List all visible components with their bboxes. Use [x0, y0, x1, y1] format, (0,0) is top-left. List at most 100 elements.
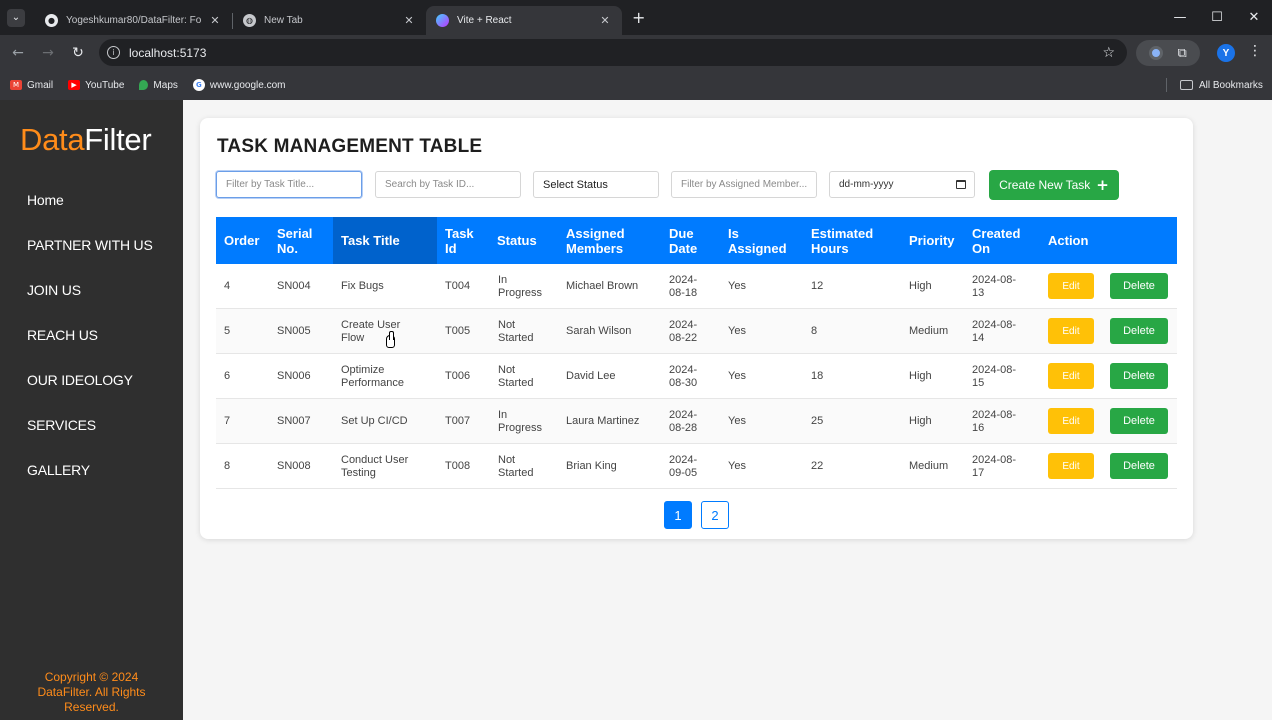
cell-order: 5 [224, 325, 231, 337]
delete-button[interactable]: Delete [1110, 273, 1168, 299]
address-bar[interactable]: i localhost:5173 ☆ [99, 39, 1127, 66]
more-menu-icon[interactable]: ⋮ [1248, 43, 1262, 59]
delete-button[interactable]: Delete [1110, 453, 1168, 479]
page-viewport: DataFilter Home PARTNER WITH US JOIN US … [0, 100, 1272, 720]
browser-toolbar: ← → ↻ i localhost:5173 ☆ ⧉ Y ⋮ [0, 35, 1272, 70]
cell-order: 6 [224, 370, 231, 382]
cell-task-id: T004 [445, 280, 471, 292]
page-button-1[interactable]: 1 [664, 501, 692, 529]
edit-button[interactable]: Edit [1048, 363, 1094, 389]
close-icon[interactable]: ✕ [598, 14, 612, 27]
sidebar-item-gallery[interactable]: GALLERY [27, 462, 153, 507]
bookmark-google[interactable]: G www.google.com [192, 79, 285, 91]
create-new-task-button[interactable]: Create New Task + [989, 170, 1119, 200]
bookmark-star-icon[interactable]: ☆ [1102, 45, 1115, 61]
brand-logo[interactable]: DataFilter [20, 122, 152, 158]
tab-vite-react[interactable]: Vite + React ✕ [426, 6, 622, 35]
cell-created-on: 2024-08-17 [972, 453, 1017, 479]
edit-button[interactable]: Edit [1048, 408, 1094, 434]
bookmarks-divider [1166, 78, 1167, 92]
header-priority[interactable]: Priority [900, 217, 963, 264]
forward-arrow-icon[interactable]: → [33, 38, 63, 68]
minimize-icon[interactable]: — [1161, 0, 1199, 35]
cell-due-date: 2024-08-28 [669, 408, 698, 434]
cell-title: Fix Bugs [341, 280, 384, 292]
table-row: 5 SN005 Create User Flow T005 Not Starte… [216, 309, 1177, 354]
header-due-date[interactable]: Due Date [660, 217, 719, 264]
table-row: 4 SN004 Fix Bugs T004 In Progress Michae… [216, 264, 1177, 309]
cell-hours: 25 [811, 415, 824, 427]
header-action: Action [1048, 233, 1089, 248]
cell-is-assigned: Yes [728, 415, 746, 427]
edit-button[interactable]: Edit [1048, 453, 1094, 479]
reload-icon[interactable]: ↻ [63, 38, 93, 68]
bookmark-youtube[interactable]: ▶ YouTube [68, 80, 124, 91]
sidebar-item-join-us[interactable]: JOIN US [27, 282, 153, 327]
browser-tab-bar: ⌄ ● Yogeshkumar80/DataFilter: Fo ✕ ◍ New… [0, 0, 1272, 35]
delete-button[interactable]: Delete [1110, 318, 1168, 344]
site-info-icon[interactable]: i [107, 46, 120, 59]
table-body: 4 SN004 Fix Bugs T004 In Progress Michae… [216, 264, 1177, 489]
all-bookmarks-button[interactable]: All Bookmarks [1180, 70, 1263, 100]
cell-status: Not Started [498, 453, 534, 479]
puzzle-extensions-icon[interactable]: ⧉ [1178, 46, 1187, 61]
tab-new-tab[interactable]: ◍ New Tab ✕ [233, 6, 426, 35]
cell-due-date: 2024-08-18 [669, 273, 698, 299]
maximize-icon[interactable]: ☐ [1198, 0, 1236, 35]
cell-order: 7 [224, 415, 231, 427]
sidebar-item-partner-with-us[interactable]: PARTNER WITH US [27, 237, 153, 282]
all-bookmarks-label: All Bookmarks [1199, 79, 1263, 91]
header-serial-no[interactable]: Serial No. [271, 217, 333, 264]
bookmark-maps[interactable]: Maps [139, 80, 178, 91]
new-tab-plus-icon[interactable]: + [632, 8, 645, 27]
cell-members: Michael Brown [566, 280, 639, 292]
delete-button[interactable]: Delete [1110, 363, 1168, 389]
cell-is-assigned: Yes [728, 460, 746, 472]
brand-data: Data [20, 122, 85, 157]
header-task-title[interactable]: Task Title [333, 217, 437, 264]
delete-button[interactable]: Delete [1110, 408, 1168, 434]
cell-serial: SN008 [277, 460, 311, 472]
cell-created-on: 2024-08-16 [972, 408, 1017, 434]
tab-search-icon[interactable]: ⌄ [7, 8, 25, 27]
cell-status: Not Started [498, 363, 534, 389]
edit-button[interactable]: Edit [1048, 318, 1094, 344]
bookmarks-bar: M Gmail ▶ YouTube Maps G www.google.com … [0, 70, 1272, 100]
status-select[interactable]: Select Status [533, 171, 659, 198]
calendar-icon[interactable] [956, 180, 966, 189]
tab-github[interactable]: ● Yogeshkumar80/DataFilter: Fo ✕ [35, 6, 232, 35]
task-table: Order Serial No. Task Title Task Id Stat… [216, 217, 1177, 489]
cell-members: Sarah Wilson [566, 325, 632, 337]
header-status[interactable]: Status [489, 217, 557, 264]
shield-extension-icon[interactable] [1149, 46, 1164, 60]
sidebar-item-services[interactable]: SERVICES [27, 417, 153, 462]
header-is-assigned[interactable]: Is Assigned [719, 217, 802, 264]
task-title-filter-input[interactable]: Filter by Task Title... [216, 171, 362, 198]
date-filter-input[interactable]: dd-mm-yyyy [829, 171, 975, 198]
url-text: localhost:5173 [129, 45, 207, 60]
header-order[interactable]: Order [216, 217, 271, 264]
page-button-2[interactable]: 2 [701, 501, 729, 529]
header-created-on[interactable]: Created On [963, 217, 1038, 264]
sidebar-item-home[interactable]: Home [27, 192, 153, 237]
header-task-id[interactable]: Task Id [437, 217, 489, 264]
cell-order: 4 [224, 280, 231, 292]
sidebar-item-our-ideology[interactable]: OUR IDEOLOGY [27, 372, 153, 417]
window-close-icon[interactable]: ✕ [1235, 0, 1272, 35]
tab-title: Yogeshkumar80/DataFilter: Fo [66, 15, 202, 26]
google-icon: G [192, 79, 205, 91]
cell-hours: 22 [811, 460, 824, 472]
bookmark-gmail[interactable]: M Gmail [10, 80, 53, 91]
close-icon[interactable]: ✕ [208, 14, 222, 27]
profile-avatar[interactable]: Y [1217, 44, 1235, 62]
task-id-search-input[interactable]: Search by Task ID... [375, 171, 521, 198]
edit-button[interactable]: Edit [1048, 273, 1094, 299]
assigned-member-filter-input[interactable]: Filter by Assigned Member... [671, 171, 817, 198]
back-arrow-icon[interactable]: ← [3, 38, 33, 68]
close-icon[interactable]: ✕ [402, 14, 416, 27]
cell-status: Not Started [498, 318, 534, 344]
sidebar-item-reach-us[interactable]: REACH US [27, 327, 153, 372]
brand-filter: Filter [84, 122, 152, 157]
header-assigned-members[interactable]: Assigned Members [557, 217, 660, 264]
header-estimated-hours[interactable]: Estimated Hours [802, 217, 900, 264]
